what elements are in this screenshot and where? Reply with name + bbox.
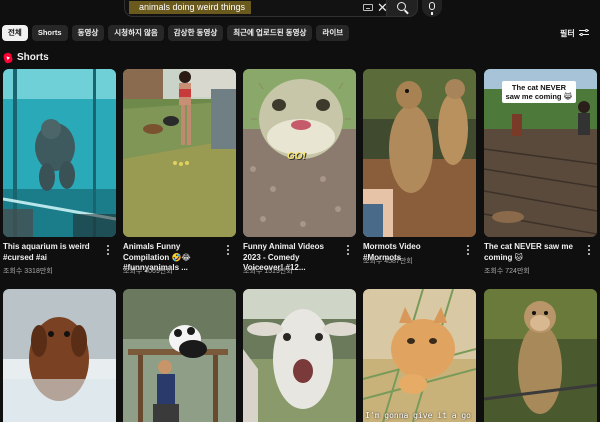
microphone-icon bbox=[429, 2, 435, 15]
short-thumbnail[interactable]: I'm gonna give it a go bbox=[363, 289, 476, 422]
goat-thumbnail-image bbox=[243, 289, 356, 422]
dachshund-thumbnail-image bbox=[3, 289, 116, 422]
short-thumbnail[interactable] bbox=[123, 69, 236, 237]
short-view-count: 조회수 1519만회 bbox=[243, 268, 293, 275]
short-title[interactable]: The cat NEVER saw me coming 🐱 bbox=[484, 242, 582, 263]
search-input[interactable] bbox=[129, 1, 251, 14]
aquarium-thumbnail-image bbox=[3, 69, 116, 237]
cat-caption-overlay: The cat NEVER saw me coming 😹 bbox=[502, 81, 576, 103]
marmots-thumbnail-image bbox=[363, 69, 476, 237]
video-subtitle-overlay: I'm gonna give it a go bbox=[365, 411, 471, 420]
short-thumbnail[interactable] bbox=[3, 289, 116, 422]
shorts-section-title: Shorts bbox=[17, 52, 49, 63]
short-thumbnail[interactable] bbox=[123, 289, 236, 422]
orange-cat-thumbnail-image bbox=[363, 289, 476, 422]
search-box[interactable]: ✕ bbox=[124, 0, 390, 17]
chip-videos[interactable]: 동영상 bbox=[71, 25, 105, 41]
short-thumbnail[interactable] bbox=[3, 69, 116, 237]
more-options-icon[interactable] bbox=[107, 245, 110, 257]
filters-label: 필터 bbox=[560, 28, 575, 38]
chip-all[interactable]: 전체 bbox=[2, 25, 28, 41]
short-title[interactable]: This aquarium is weird #cursed #ai bbox=[3, 242, 101, 263]
dogs-thumbnail-image bbox=[123, 69, 236, 237]
short-thumbnail[interactable]: GO! bbox=[243, 69, 356, 237]
keyboard-icon[interactable] bbox=[363, 4, 373, 11]
chip-live[interactable]: 라이브 bbox=[316, 25, 350, 41]
short-view-count: 조회수 4587만회 bbox=[363, 258, 413, 265]
shorts-section-header: Shorts bbox=[2, 51, 49, 64]
short-view-count: 조회수 724만회 bbox=[484, 268, 530, 275]
short-thumbnail[interactable] bbox=[243, 289, 356, 422]
short-thumbnail[interactable] bbox=[484, 289, 597, 422]
chip-shorts[interactable]: Shorts bbox=[31, 25, 68, 41]
top-bar: ✕ bbox=[0, 0, 600, 18]
monkey-thumbnail-image bbox=[484, 289, 597, 422]
short-thumbnail[interactable] bbox=[363, 69, 476, 237]
short-thumbnail[interactable]: The cat NEVER saw me coming 😹 bbox=[484, 69, 597, 237]
short-view-count: 조회수 3318만회 bbox=[3, 268, 53, 275]
short-view-count: 조회수 4069만회 bbox=[123, 268, 173, 275]
more-options-icon[interactable] bbox=[227, 245, 230, 257]
chip-recently-uploaded[interactable]: 최근에 업로드된 동영상 bbox=[227, 25, 313, 41]
filters-button[interactable]: 필터 bbox=[560, 25, 589, 41]
voice-search-button[interactable] bbox=[422, 0, 442, 17]
panda-thumbnail-image bbox=[123, 289, 236, 422]
search-button[interactable] bbox=[386, 0, 418, 17]
go-overlay-text: GO! bbox=[287, 151, 306, 162]
more-options-icon[interactable] bbox=[467, 245, 470, 257]
more-options-icon[interactable] bbox=[347, 245, 350, 257]
filter-chips: 전체 Shorts 동영상 시청하지 않음 감상한 동영상 최근에 업로드된 동… bbox=[2, 25, 350, 41]
filter-sliders-icon bbox=[578, 28, 589, 37]
chip-unwatched[interactable]: 시청하지 않음 bbox=[108, 25, 164, 41]
search-icon bbox=[397, 2, 406, 11]
shorts-logo-icon bbox=[2, 51, 14, 64]
chip-watched[interactable]: 감상한 동영상 bbox=[167, 25, 224, 41]
more-options-icon[interactable] bbox=[588, 245, 591, 257]
